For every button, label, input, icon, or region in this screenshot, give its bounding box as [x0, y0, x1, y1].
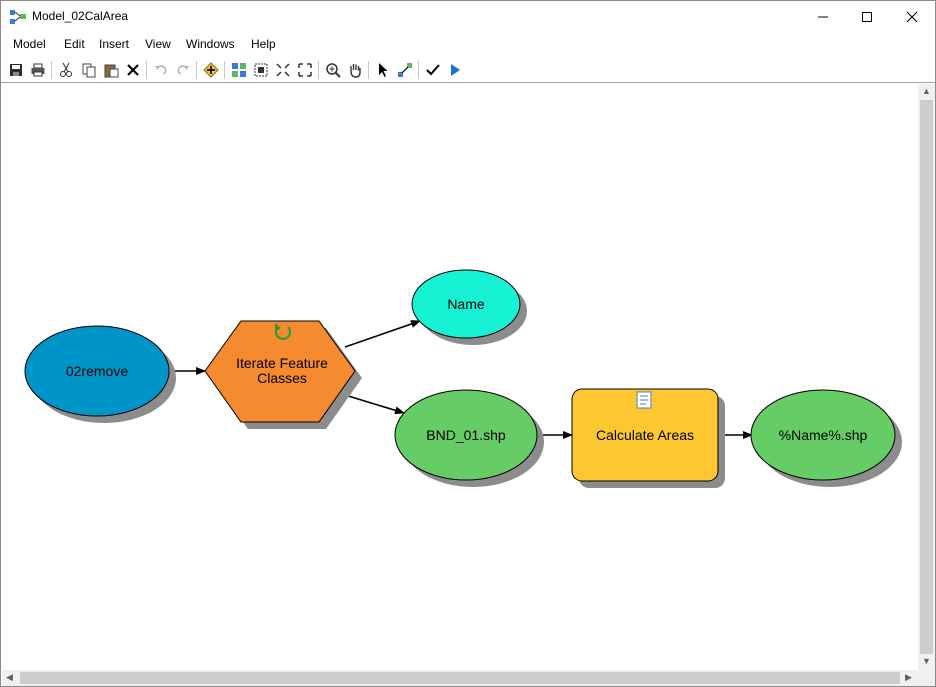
scrollbar-corner: [918, 670, 935, 686]
script-tool-icon: [636, 391, 652, 409]
add-data-button[interactable]: [201, 60, 221, 80]
paste-button[interactable]: [101, 60, 121, 80]
run-button[interactable]: [445, 60, 465, 80]
close-button[interactable]: [889, 1, 935, 32]
redo-icon: [177, 65, 189, 75]
print-button[interactable]: [28, 60, 48, 80]
fixed-zoom-out-button[interactable]: [295, 60, 315, 80]
horizontal-scrollbar[interactable]: ◀ ▶: [2, 670, 918, 686]
undo-icon: [155, 65, 167, 75]
scroll-up-icon[interactable]: ▲: [922, 87, 931, 96]
print-icon: [31, 63, 45, 77]
calculate-areas-tool-node[interactable]: Calculate Areas: [571, 388, 725, 488]
window-title: Model_02CalArea: [32, 9, 129, 23]
full-extent-icon: [254, 63, 268, 77]
bnd-data-node[interactable]: BND_01.shp: [394, 389, 544, 487]
scroll-down-icon[interactable]: ▼: [922, 657, 931, 666]
iterator-label-line2: Classes: [257, 370, 307, 386]
model-icon: [10, 10, 26, 24]
name-variable-node[interactable]: Name: [411, 269, 527, 345]
connect-icon: [398, 63, 412, 77]
bnd-data-label: BND_01.shp: [426, 427, 506, 443]
select-button[interactable]: [373, 60, 393, 80]
pan-icon: [350, 64, 361, 78]
menu-help[interactable]: Help: [251, 37, 276, 51]
copy-icon: [82, 63, 96, 78]
save-icon: [10, 64, 22, 76]
name-variable-label: Name: [447, 296, 485, 312]
minimize-button[interactable]: [800, 1, 846, 32]
model-builder-window: Model_02CalArea Model Edit Insert View W…: [0, 0, 936, 687]
cut-button[interactable]: [56, 60, 76, 80]
paste-icon: [104, 64, 119, 78]
connector-iterator-to-name[interactable]: [344, 320, 421, 348]
undo-button[interactable]: [151, 60, 171, 80]
menu-bar: Model Edit Insert View Windows Help: [1, 34, 935, 56]
tool-label: Calculate Areas: [596, 427, 694, 443]
close-icon: [906, 11, 918, 22]
minimize-icon: [818, 16, 828, 17]
model-diagram: 02remove Iterate Feature Classes Name BN…: [24, 269, 902, 488]
delete-icon: [127, 64, 139, 76]
scroll-left-icon[interactable]: ◀: [6, 673, 13, 682]
menu-insert[interactable]: Insert: [99, 37, 129, 51]
add-data-icon: [203, 62, 219, 78]
vertical-scrollbar[interactable]: ▲ ▼: [918, 84, 935, 670]
save-button[interactable]: [6, 60, 26, 80]
zoom-in-button[interactable]: [323, 60, 343, 80]
iterator-label-line1: Iterate Feature: [236, 355, 328, 371]
connector-iterator-to-bnd[interactable]: [344, 394, 405, 415]
toolbar: [1, 58, 935, 83]
validate-icon: [426, 64, 440, 76]
output-data-node[interactable]: %Name%.shp: [750, 389, 902, 487]
scroll-right-icon[interactable]: ▶: [905, 673, 912, 682]
validate-button[interactable]: [423, 60, 443, 80]
menu-edit[interactable]: Edit: [64, 37, 85, 51]
zoom-in-icon: [326, 63, 341, 78]
model-canvas[interactable]: 02remove Iterate Feature Classes Name BN…: [2, 84, 918, 670]
iterator-node[interactable]: Iterate Feature Classes: [204, 320, 362, 429]
maximize-button[interactable]: [844, 1, 890, 32]
input-data-label: 02remove: [66, 363, 128, 379]
fixed-zoom-in-button[interactable]: [273, 60, 293, 80]
run-icon: [451, 64, 460, 76]
cut-icon: [60, 62, 72, 77]
full-extent-button[interactable]: [251, 60, 271, 80]
delete-button[interactable]: [123, 60, 143, 80]
maximize-icon: [862, 11, 872, 22]
menu-windows[interactable]: Windows: [186, 37, 235, 51]
title-bar: Model_02CalArea: [1, 1, 935, 33]
auto-layout-button[interactable]: [229, 60, 249, 80]
connect-button[interactable]: [395, 60, 415, 80]
horizontal-scroll-thumb[interactable]: [20, 672, 900, 684]
fixed-zoom-out-icon: [298, 63, 312, 77]
redo-button[interactable]: [173, 60, 193, 80]
input-data-node[interactable]: 02remove: [24, 325, 176, 423]
vertical-scroll-thumb[interactable]: [920, 100, 933, 654]
menu-view[interactable]: View: [145, 37, 171, 51]
auto-layout-icon: [232, 63, 246, 77]
pan-button[interactable]: [345, 60, 365, 80]
select-icon: [379, 63, 388, 77]
output-data-label: %Name%.shp: [779, 427, 868, 443]
copy-button[interactable]: [79, 60, 99, 80]
fixed-zoom-in-icon: [276, 63, 290, 77]
menu-model[interactable]: Model: [13, 37, 46, 51]
